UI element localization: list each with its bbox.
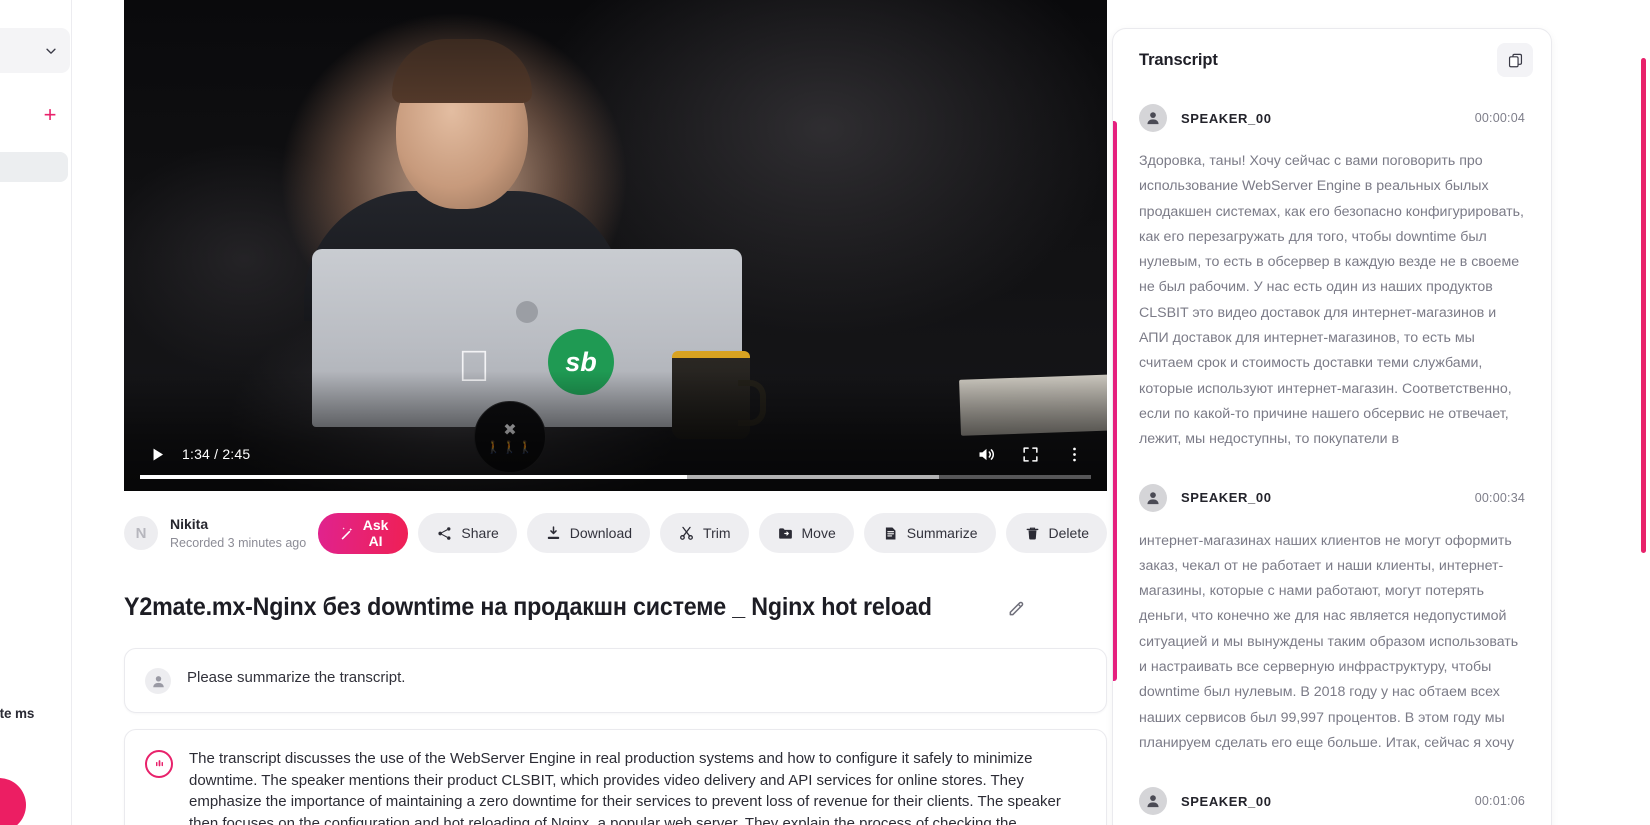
segment-text: Здоровка, таны! Хочу сейчас с вами погов… [1139,153,1528,448]
speaker-avatar-icon [1139,787,1167,816]
volume-icon[interactable] [969,437,1003,471]
video-played [140,475,687,479]
transcript-segment[interactable]: SPEAKER_00 00:00:34 интернет-магазинах н… [1113,471,1551,775]
person-hair [392,39,532,103]
transcript-scrollbar-track[interactable] [1641,28,1648,825]
copy-transcript-button[interactable] [1497,43,1533,77]
floating-action-button[interactable] [0,778,26,825]
transcript-scroll-area[interactable]: SPEAKER_00 00:00:04 Здоровка, таны! Хочу… [1113,91,1551,825]
workspace-select[interactable]: ce [0,28,70,73]
segment-timestamp[interactable]: 00:00:04 [1475,111,1525,125]
user-prompt-card: Please summarize the transcript. [124,648,1107,713]
play-icon[interactable] [140,437,174,471]
laptop-camera [516,301,538,323]
speaker-avatar-icon [1139,104,1167,132]
summarize-button[interactable]: Summarize [863,513,996,553]
magic-wand-icon [338,525,355,542]
sidebar-collaborate-label: llaborate ms [0,706,35,721]
right-column: Transcript SPEAKER_00 00:00:04 Здоровка,… [1112,0,1650,825]
share-icon [436,525,453,542]
edit-pencil-icon[interactable] [1007,598,1027,618]
more-vertical-icon[interactable] [1057,437,1091,471]
speaker-name: SPEAKER_00 [1181,110,1272,126]
move-label: Move [801,525,836,541]
user-prompt-text: Please summarize the transcript. [187,669,406,686]
video-owner: N Nikita Recorded 3 minutes ago [124,516,318,551]
transcript-title: Transcript [1139,50,1218,69]
app-root: ce + llaborate ms  sb [0,0,1650,825]
add-button[interactable]: + [40,104,60,126]
copy-icon [1507,52,1524,69]
left-sidebar: ce + llaborate ms [0,0,72,825]
transcript-segment[interactable]: SPEAKER_00 00:01:06 поговорить с вами им… [1113,774,1551,825]
transcript-scrollbar-thumb[interactable] [1641,58,1646,553]
download-icon [545,525,562,542]
segment-timestamp[interactable]: 00:00:34 [1475,491,1525,505]
ask-ai-label: Ask AI [362,517,389,549]
share-label: Share [461,525,499,541]
speaker-name: SPEAKER_00 [1181,490,1272,506]
video-player[interactable]:  sb ✖ 🚶🚶🚶 [124,0,1107,491]
avatar: N [124,516,158,550]
transcript-segment[interactable]: SPEAKER_00 00:00:04 Здоровка, таны! Хочу… [1113,91,1551,471]
download-label: Download [569,525,633,541]
sidebar-chip[interactable] [0,152,68,182]
ask-ai-button[interactable]: Ask AI [317,512,409,554]
move-folder-icon [777,525,794,542]
action-toolbar: N Nikita Recorded 3 minutes ago Ask AI S… [124,507,1107,559]
fullscreen-icon[interactable] [1013,437,1047,471]
speaker-avatar-icon [1139,483,1167,512]
owner-name: Nikita [170,515,209,532]
video-time-display: 1:34 / 2:45 [182,446,251,462]
delete-label: Delete [1048,525,1089,541]
trash-icon [1024,525,1041,542]
summarize-label: Summarize [906,525,978,541]
video-controls: 1:34 / 2:45 [124,429,1107,491]
ai-response-text: The transcript discusses the use of the … [189,750,1061,825]
document-icon [882,525,899,542]
share-button[interactable]: Share [418,513,517,553]
move-button[interactable]: Move [758,513,854,553]
segment-text: интернет-магазинах наших клиентов не мог… [1139,532,1523,751]
ai-response-card: The transcript discusses the use of the … [124,729,1107,825]
page-title: Y2mate.mx-Nginx без downtime на продакшн… [124,593,932,621]
trim-label: Trim [703,525,731,541]
title-row: Y2mate.mx-Nginx без downtime на продакшн… [124,593,1107,622]
recorded-timestamp: Recorded 3 minutes ago [170,535,307,550]
delete-button[interactable]: Delete [1005,513,1107,553]
video-frame-image:  sb ✖ 🚶🚶🚶 [124,0,1107,491]
main-content:  sb ✖ 🚶🚶🚶 [72,0,1124,825]
transcript-panel: Transcript SPEAKER_00 00:00:04 Здоровка,… [1112,28,1552,825]
ai-assistant-icon [145,750,173,778]
video-progress-bar[interactable] [140,475,1091,479]
transcript-header: Transcript [1113,29,1551,91]
user-avatar-icon [145,668,171,694]
segment-timestamp[interactable]: 00:01:06 [1475,794,1525,808]
chevron-down-icon [44,44,58,58]
scissors-icon [678,525,695,542]
trim-button[interactable]: Trim [660,513,749,553]
speaker-name: SPEAKER_00 [1181,793,1272,809]
download-button[interactable]: Download [526,513,651,553]
